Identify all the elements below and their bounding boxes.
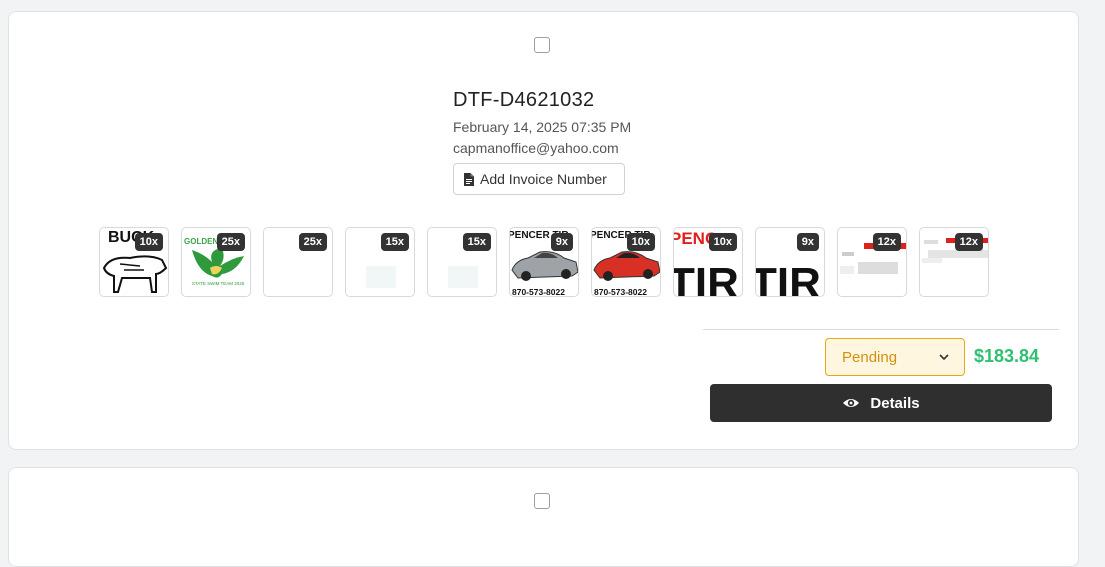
chevron-down-icon [939,354,949,361]
order-id: DTF-D4621032 [453,89,595,111]
artwork-phone: 870-573-8022 [594,287,647,297]
add-invoice-number-label: Add Invoice Number [480,171,607,187]
quantity-badge: 25x [298,233,327,251]
quantity-badge: 9x [550,233,573,251]
order-card [8,467,1079,567]
add-invoice-number-button[interactable]: Add Invoice Number [453,163,625,195]
quantity-badge: 15x [462,233,491,251]
details-label: Details [870,394,920,412]
design-thumbnail[interactable]: 12x [837,227,907,297]
order-total: $183.84 [974,346,1040,366]
status-dropdown[interactable]: Pending [825,338,965,376]
artwork-text-2: TIR [674,259,739,297]
design-thumbnails: BUCK 10x GOLDEN STATE SWIM TEAM 2025 25x… [99,227,989,297]
design-thumbnail[interactable]: 12x [919,227,989,297]
design-thumbnail[interactable]: 15x [345,227,415,297]
order-card: DTF-D4621032 February 14, 2025 07:35 PM … [8,11,1079,450]
design-thumbnail[interactable]: 15x [427,227,497,297]
artwork-subtext: STATE SWIM TEAM 2025 [192,281,245,286]
design-thumbnail[interactable]: PENC TIR 10x [673,227,743,297]
design-thumbnail[interactable]: PENCER TIR 870-573-8022 9x [509,227,579,297]
design-thumbnail[interactable]: BUCK 10x [99,227,169,297]
select-order-checkbox[interactable] [534,37,550,53]
design-thumbnail[interactable]: 25x [263,227,333,297]
design-thumbnail[interactable]: TIR 9x [755,227,825,297]
divider [703,329,1059,330]
quantity-badge: 15x [380,233,409,251]
quantity-badge: 9x [796,233,819,251]
order-date: February 14, 2025 07:35 PM [453,119,632,135]
quantity-badge: 10x [626,233,655,251]
quantity-badge: 10x [134,233,163,251]
status-value: Pending [842,348,898,366]
artwork-text-2: TIR [756,259,821,297]
design-thumbnail[interactable]: PENCER TIR 870-573-8022 10x [591,227,661,297]
eye-icon [843,399,860,407]
document-icon [464,172,474,186]
quantity-badge: 12x [872,233,901,251]
artwork-text: GOLDEN [184,237,218,246]
select-order-checkbox[interactable] [534,493,550,509]
details-button[interactable]: Details [710,384,1052,422]
design-thumbnail[interactable]: GOLDEN STATE SWIM TEAM 2025 25x [181,227,251,297]
quantity-badge: 10x [708,233,737,251]
quantity-badge: 12x [954,233,983,251]
quantity-badge: 25x [216,233,245,251]
customer-email: capmanoffice@yahoo.com [453,140,619,156]
artwork-phone: 870-573-8022 [512,287,565,297]
